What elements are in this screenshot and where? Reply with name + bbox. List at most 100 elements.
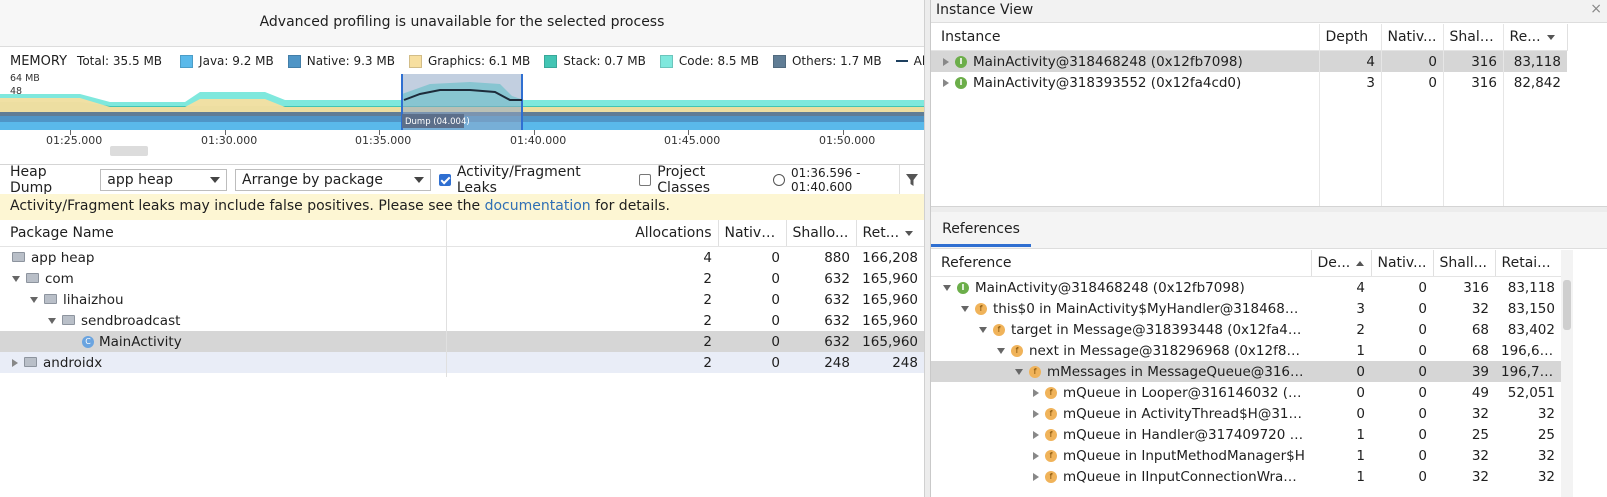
sort-desc-icon: [905, 230, 914, 236]
sort-desc-icon: [1546, 34, 1555, 40]
reference-row[interactable]: f mQueue in ActivityThread$H@316146 0 0 32 3…: [931, 403, 1561, 424]
reference-row[interactable]: f target in Message@318393448 (0x12fa4c68…: [931, 319, 1561, 340]
tab-references[interactable]: References: [931, 212, 1031, 247]
heap-select-value: app heap: [107, 172, 174, 188]
instance-row[interactable]: I MainActivity@318393552 (0x12fa4cd0) 303…: [931, 72, 1567, 93]
reference-row[interactable]: f mQueue in InputMethodManager$H 1 0 32 32: [931, 445, 1561, 466]
column-shallow[interactable]: Shallo...: [786, 220, 857, 247]
time-tick: 01:35.000: [355, 134, 412, 147]
instance-row-selected[interactable]: I MainActivity@318468248 (0x12fb7098) 403…: [931, 50, 1567, 72]
chevron-down-icon[interactable]: [961, 305, 969, 312]
scrollbar-thumb[interactable]: [1563, 280, 1571, 330]
legend-code: Code: 8.5 MB: [659, 54, 759, 68]
time-tick: 01:45.000: [664, 134, 721, 147]
chevron-down-icon[interactable]: [1015, 368, 1023, 375]
time-tick: 01:25.000: [46, 134, 103, 147]
table-row[interactable]: sendbroadcast 2 0 632 165,960: [0, 310, 924, 331]
filter-button[interactable]: [899, 165, 924, 195]
column-depth[interactable]: De...: [1311, 250, 1372, 277]
dump-label: Dump (04.004): [405, 117, 470, 127]
reference-row[interactable]: I MainActivity@318468248 (0x12fb7098) 403…: [931, 277, 1561, 299]
instance-icon: I: [955, 76, 967, 89]
field-icon: f: [1045, 386, 1057, 399]
chevron-down-icon[interactable]: [997, 347, 1005, 354]
column-package-name[interactable]: Package Name: [0, 220, 447, 247]
instance-view-pane: Instance View × Instance Depth Nativ... …: [930, 0, 1607, 497]
chevron-right-icon[interactable]: [1033, 409, 1039, 418]
table-row[interactable]: com 2 0 632 165,960: [0, 268, 924, 289]
leaks-checkbox[interactable]: Activity/Fragment Leaks: [438, 164, 623, 196]
folder-icon: [24, 356, 37, 367]
heap-select[interactable]: app heap: [100, 169, 228, 191]
column-retained[interactable]: Ret...: [856, 220, 924, 247]
column-shallow[interactable]: Shallo...: [1443, 24, 1504, 51]
column-instance[interactable]: Instance: [931, 24, 1320, 51]
chevron-down-icon[interactable]: [12, 275, 20, 282]
references-scrollbar[interactable]: [1561, 250, 1573, 497]
memory-total: Total: 35.5 MB: [77, 54, 163, 68]
reference-row[interactable]: f mQueue in Handler@317409720 (0x1 1 0 25 25: [931, 424, 1561, 445]
column-shallow[interactable]: Shall...: [1433, 250, 1496, 277]
field-icon: f: [1045, 407, 1057, 420]
documentation-link[interactable]: documentation: [485, 198, 591, 214]
chevron-right-icon[interactable]: [1033, 472, 1039, 481]
chevron-right-icon[interactable]: [12, 358, 18, 367]
legend-graphics: Graphics: 6.1 MB: [408, 54, 530, 68]
leaks-checkbox-label: Activity/Fragment Leaks: [456, 164, 581, 196]
column-depth[interactable]: Depth: [1319, 24, 1382, 51]
table-row[interactable]: app heap 4 0 880 166,208: [0, 247, 924, 269]
reference-row-selected[interactable]: f mMessages in MessageQueue@3161457 0 0 39 1…: [931, 361, 1561, 382]
timeline-scrollbar[interactable]: [110, 146, 148, 156]
instance-table: Instance Depth Nativ... Shallo... Re... …: [931, 24, 1568, 93]
table-row[interactable]: androidx 2 0 248 248: [0, 352, 924, 373]
chevron-down-icon[interactable]: [979, 326, 987, 333]
column-native[interactable]: Native ...: [718, 220, 787, 247]
checkbox-unchecked-icon: [639, 174, 652, 186]
arrange-select[interactable]: Arrange by package: [235, 169, 431, 191]
table-row-selected[interactable]: C MainActivity 2 0 632 165,960: [0, 331, 924, 352]
chevron-down-icon[interactable]: [48, 317, 56, 324]
chevron-down-icon: [210, 177, 221, 183]
chevron-down-icon[interactable]: [30, 296, 38, 303]
y-label-64: 64 MB: [10, 74, 40, 84]
chevron-right-icon[interactable]: [1033, 430, 1039, 439]
chevron-right-icon[interactable]: [943, 57, 949, 66]
reference-row[interactable]: f mQueue in IInputConnectionWrappe 1 0 32 32: [931, 466, 1561, 487]
legend-stack: Stack: 0.7 MB: [544, 54, 646, 68]
legend-others: Others: 1.7 MB: [772, 54, 882, 68]
time-tick: 01:40.000: [510, 134, 567, 147]
close-icon[interactable]: ×: [1590, 1, 1602, 17]
reference-row[interactable]: f next in Message@318296968 (0x12f8d388) …: [931, 340, 1561, 361]
legend-java: Java: 9.2 MB: [180, 54, 274, 68]
legend-native: Native: 9.3 MB: [287, 54, 395, 68]
folder-icon: [26, 272, 39, 283]
instance-view-title: Instance View: [936, 2, 1034, 18]
project-classes-checkbox[interactable]: Project Classes: [639, 164, 761, 196]
chevron-right-icon[interactable]: [1033, 388, 1039, 397]
column-allocations[interactable]: Allocations: [446, 220, 719, 247]
column-reference[interactable]: Reference: [931, 250, 1312, 277]
checkbox-checked-icon: [438, 174, 451, 186]
heap-dump-label: Heap Dump: [10, 164, 53, 196]
chevron-right-icon[interactable]: [1033, 451, 1039, 460]
column-native[interactable]: Nativ...: [1381, 24, 1444, 51]
field-icon: f: [1029, 365, 1041, 378]
memory-chart[interactable]: 64 MB 48 32 16 Dump (04.004): [0, 74, 924, 130]
chevron-down-icon[interactable]: [943, 284, 951, 291]
folder-icon: [62, 314, 75, 325]
field-icon: f: [975, 302, 987, 315]
column-retained[interactable]: Re...: [1503, 24, 1568, 51]
project-classes-label: Project Classes: [657, 164, 711, 196]
memory-title: MEMORY: [10, 53, 68, 69]
time-tick: 01:50.000: [819, 134, 876, 147]
column-retained[interactable]: Retai...: [1495, 250, 1562, 277]
reference-row[interactable]: f this$0 in MainActivity$MyHandler@318468…: [931, 298, 1561, 319]
filter-icon: [906, 174, 918, 186]
chevron-right-icon[interactable]: [943, 78, 949, 87]
reference-row[interactable]: f mQueue in Looper@316146032 (0x12 0 0 49 52…: [931, 382, 1561, 403]
field-icon: f: [1011, 344, 1023, 357]
table-row[interactable]: lihaizhou 2 0 632 165,960: [0, 289, 924, 310]
column-native[interactable]: Nativ...: [1371, 250, 1434, 277]
package-table: Package Name Allocations Native ... Shal…: [0, 220, 924, 373]
class-icon: C: [82, 335, 94, 348]
